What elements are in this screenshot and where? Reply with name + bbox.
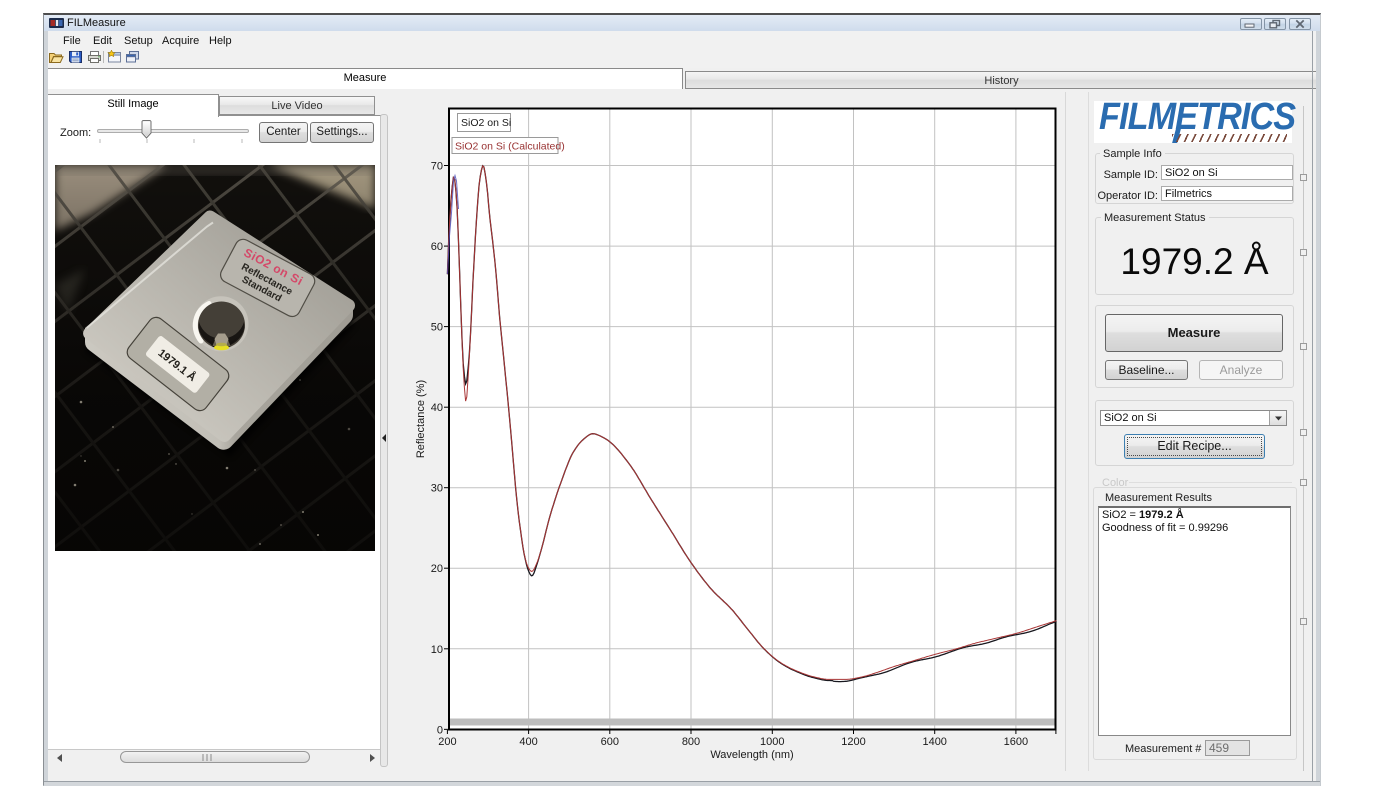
svg-text:1000: 1000 bbox=[760, 736, 784, 748]
svg-text:Reflectance (%): Reflectance (%) bbox=[415, 380, 427, 458]
svg-text:20: 20 bbox=[431, 563, 443, 575]
svg-text:1400: 1400 bbox=[922, 736, 946, 748]
svg-text:Wavelength (nm): Wavelength (nm) bbox=[710, 749, 793, 761]
svg-text:1600: 1600 bbox=[1004, 736, 1028, 748]
svg-text:400: 400 bbox=[519, 736, 537, 748]
svg-text:600: 600 bbox=[601, 736, 619, 748]
svg-text:30: 30 bbox=[431, 483, 443, 495]
svg-text:200: 200 bbox=[438, 736, 456, 748]
svg-text:10: 10 bbox=[431, 644, 443, 656]
svg-text:40: 40 bbox=[431, 402, 443, 414]
svg-text:1200: 1200 bbox=[841, 736, 865, 748]
svg-text:60: 60 bbox=[431, 241, 443, 253]
svg-text:SiO2 on Si (Calculated): SiO2 on Si (Calculated) bbox=[455, 141, 565, 153]
svg-text:800: 800 bbox=[682, 736, 700, 748]
svg-text:70: 70 bbox=[431, 161, 443, 173]
svg-text:0: 0 bbox=[437, 724, 443, 736]
svg-text:SiO2 on Si: SiO2 on Si bbox=[461, 117, 511, 129]
svg-text:50: 50 bbox=[431, 322, 443, 334]
